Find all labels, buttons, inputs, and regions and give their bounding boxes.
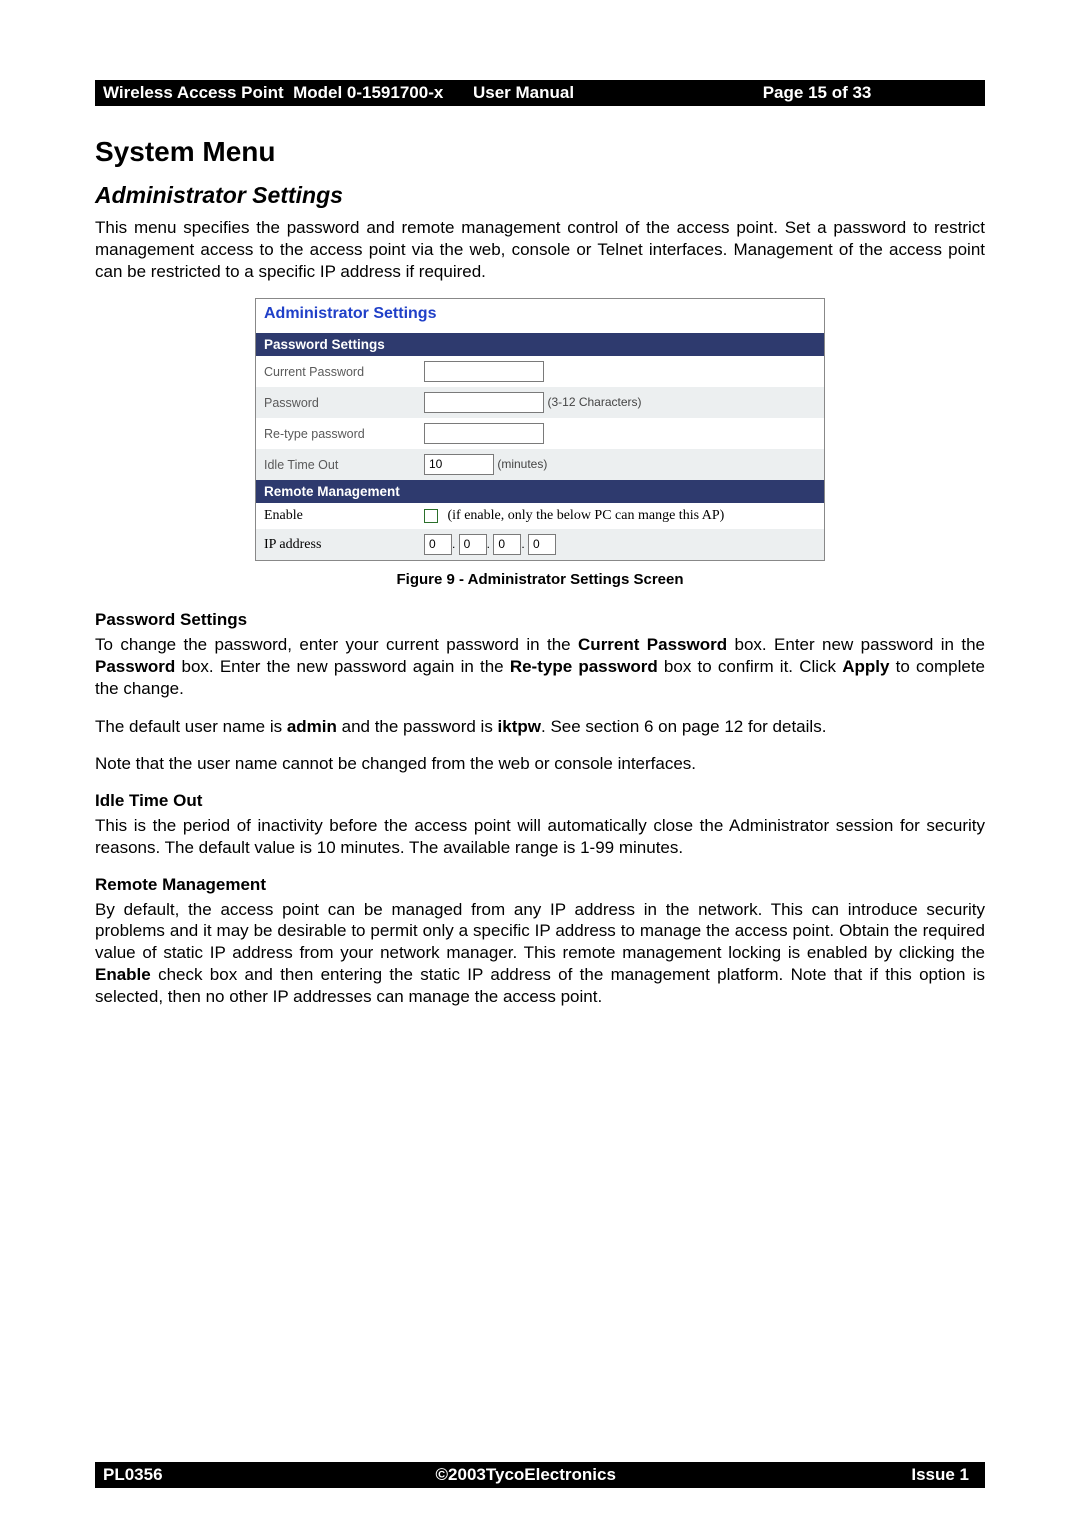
header-bar: Wireless Access Point Model 0-1591700-x …	[95, 80, 985, 106]
admin-settings-title: Administrator Settings	[256, 299, 824, 333]
row-ip-address: IP address 0. 0. 0. 0	[256, 529, 824, 560]
password-hint: (3-12 Characters)	[547, 395, 641, 409]
label-idle: Idle Time Out	[256, 449, 416, 480]
idle-timeout-heading: Idle Time Out	[95, 791, 985, 811]
row-password: Password (3-12 Characters)	[256, 387, 824, 418]
label-enable: Enable	[256, 503, 416, 529]
remote-management-heading: Remote Management	[95, 875, 985, 895]
row-retype-password: Re-type password	[256, 418, 824, 449]
label-retype: Re-type password	[256, 418, 416, 449]
idle-timeout-paragraph: This is the period of inactivity before …	[95, 815, 985, 859]
password-settings-heading: Password Settings	[95, 610, 985, 630]
row-idle-timeout: Idle Time Out 10 (minutes)	[256, 449, 824, 480]
footer-bar: PL0356 ©2003TycoElectronics Issue 1	[95, 1462, 985, 1488]
row-enable: Enable (if enable, only the below PC can…	[256, 503, 824, 529]
header-product: Wireless Access Point Model 0-1591700-x	[103, 83, 473, 103]
enable-checkbox[interactable]	[424, 509, 438, 523]
page-title: System Menu	[95, 136, 985, 168]
label-current-password: Current Password	[256, 356, 416, 387]
idle-timeout-input[interactable]: 10	[424, 454, 494, 475]
ip-octet-1-input[interactable]: 0	[424, 534, 452, 555]
label-password: Password	[256, 387, 416, 418]
enable-hint: (if enable, only the below PC can mange …	[447, 508, 724, 523]
row-current-password: Current Password	[256, 356, 824, 387]
password-settings-paragraph2: The default user name is admin and the p…	[95, 716, 985, 738]
header-manual: User Manual	[473, 83, 743, 103]
footer-issue: Issue 1	[669, 1465, 978, 1485]
ip-octet-4-input[interactable]: 0	[528, 534, 556, 555]
remote-management-paragraph: By default, the access point can be mana…	[95, 899, 985, 1008]
header-page: Page 15 of 33	[743, 83, 977, 103]
ip-octet-3-input[interactable]: 0	[493, 534, 521, 555]
label-ip-address: IP address	[256, 529, 416, 560]
section-title: Administrator Settings	[95, 182, 985, 209]
figure-caption: Figure 9 - Administrator Settings Screen	[95, 571, 985, 588]
password-settings-paragraph3: Note that the user name cannot be change…	[95, 753, 985, 775]
password-input[interactable]	[424, 392, 544, 413]
password-settings-header: Password Settings	[256, 333, 824, 356]
current-password-input[interactable]	[424, 361, 544, 382]
admin-settings-screenshot: Administrator Settings Password Settings…	[255, 298, 825, 561]
ip-octet-2-input[interactable]: 0	[459, 534, 487, 555]
footer-copyright: ©2003TycoElectronics	[383, 1465, 669, 1485]
remote-management-header: Remote Management	[256, 480, 824, 503]
idle-unit: (minutes)	[494, 457, 547, 471]
footer-doc-id: PL0356	[103, 1465, 383, 1485]
password-settings-paragraph1: To change the password, enter your curre…	[95, 634, 985, 699]
retype-password-input[interactable]	[424, 423, 544, 444]
intro-paragraph: This menu specifies the password and rem…	[95, 217, 985, 282]
